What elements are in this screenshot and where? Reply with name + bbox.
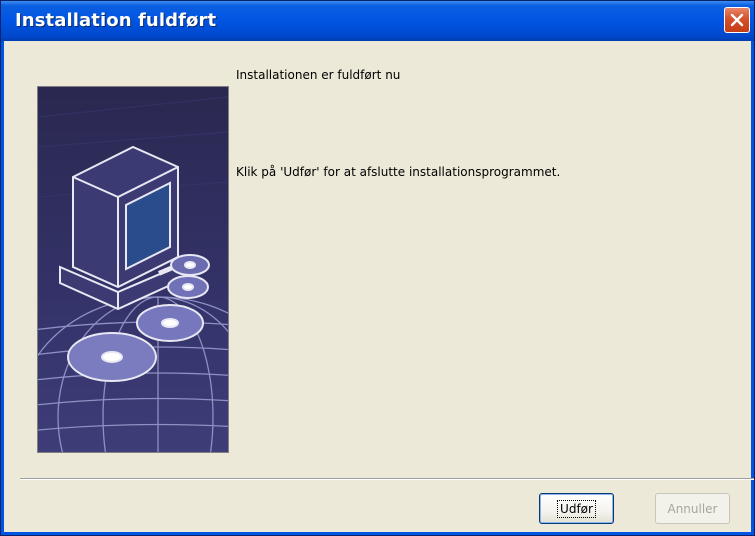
close-button[interactable] (724, 7, 750, 33)
finish-button-label: Udfør (557, 499, 596, 518)
instruction-message: Klik på 'Udfør' for at afslutte installa… (236, 165, 561, 179)
dialog-body: Installationen er fuldført nu Klik på 'U… (1, 41, 754, 535)
title-bar[interactable]: Installation fuldført (1, 1, 754, 41)
window-title: Installation fuldført (15, 10, 217, 31)
close-icon (730, 13, 744, 27)
button-divider (20, 478, 754, 480)
completion-message: Installationen er fuldført nu (236, 68, 401, 82)
cancel-button-label: Annuller (667, 501, 718, 516)
computer-disc-globe-icon (38, 87, 228, 452)
cancel-button: Annuller (655, 493, 730, 524)
installer-illustration (37, 86, 229, 453)
installer-dialog: Installation fuldført Installationen er … (0, 0, 755, 536)
finish-button[interactable]: Udfør (539, 493, 614, 524)
